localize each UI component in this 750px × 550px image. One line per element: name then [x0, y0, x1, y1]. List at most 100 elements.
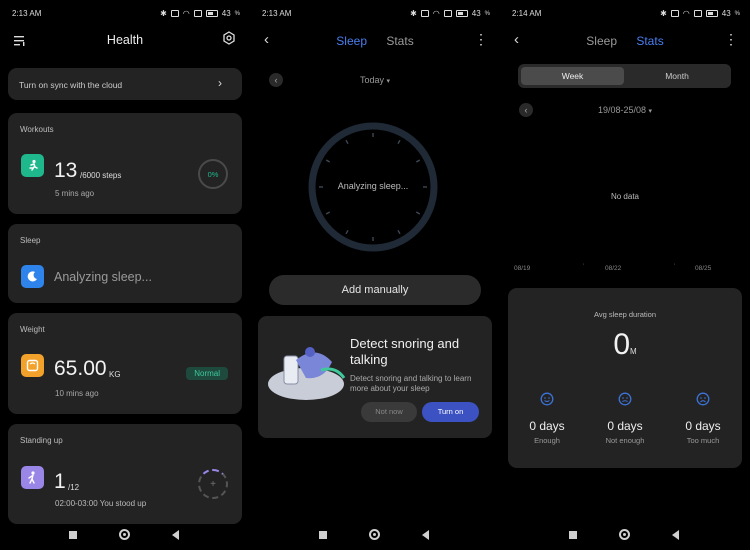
workouts-card[interactable]: Workouts 13 /6000 steps 5 mins ago 0%: [8, 113, 242, 214]
home-button[interactable]: [119, 529, 130, 540]
status-time: 2:14 AM: [512, 9, 542, 18]
nfc-icon: [670, 10, 679, 17]
battery-level: 43: [721, 9, 731, 18]
sleep-label: Sleep: [20, 236, 41, 245]
back-button[interactable]: [422, 530, 429, 540]
standing-unit: /12: [68, 483, 80, 492]
status-icons: ✱ ◠ 43%: [410, 9, 490, 18]
sync-text: Turn on sync with the cloud: [19, 80, 123, 90]
date-range-label: 19/08-25/08: [597, 105, 646, 115]
bluetooth-icon: ✱: [660, 9, 667, 18]
more-options-icon[interactable]: ⋮: [474, 31, 488, 48]
steps-progress-ring: 0%: [198, 159, 228, 189]
caret-down-icon: ▾: [386, 78, 391, 85]
standing-person-icon: [21, 466, 44, 489]
weight-label: Weight: [20, 325, 45, 334]
back-button[interactable]: [672, 530, 679, 540]
sad-face-icon: [696, 392, 710, 406]
not-enough-label: Not enough: [605, 436, 645, 445]
tab-sleep[interactable]: Sleep: [586, 34, 617, 48]
sleep-dial: Analyzing sleep...: [307, 121, 439, 253]
battery-level: 43: [221, 9, 231, 18]
tab-stats[interactable]: Stats: [386, 34, 413, 48]
smile-icon: [540, 392, 554, 406]
workouts-label: Workouts: [20, 125, 54, 134]
wifi-icon: ◠: [432, 9, 440, 18]
wifi-icon: ◠: [682, 9, 690, 18]
stat-enough: 0 days Enough: [508, 392, 586, 445]
workouts-time: 5 mins ago: [55, 189, 95, 198]
neutral-face-icon: [618, 392, 632, 406]
avg-sleep-label: Avg sleep duration: [594, 310, 656, 319]
status-bar: 2:13 AM ✱ ◠ 43%: [262, 9, 490, 21]
turn-on-button[interactable]: Turn on: [422, 402, 479, 422]
date-range-selector[interactable]: 19/08-25/08 ▾: [500, 105, 750, 115]
sim-icon: [443, 10, 452, 17]
weight-unit: KG: [109, 370, 121, 379]
wifi-icon: ◠: [182, 9, 190, 18]
health-screen: 2:13 AM ✱ ◠ 43% Health Turn on sync with…: [0, 0, 250, 550]
status-icons: ✱ ◠ 43%: [160, 9, 240, 18]
standing-value: 1: [54, 470, 66, 493]
battery-icon: [205, 10, 218, 17]
home-button[interactable]: [369, 529, 380, 540]
sync-cloud-banner[interactable]: Turn on sync with the cloud ›: [8, 68, 242, 100]
status-icons: ✱ ◠ 43%: [660, 9, 740, 18]
home-button[interactable]: [619, 529, 630, 540]
stats-screen: 2:14 AM ✱ ◠ 43% ‹ Sleep Stats ⋮ Week Mon…: [500, 0, 750, 550]
sleep-screen: 2:13 AM ✱ ◠ 43% ‹ Sleep Stats ⋮ ‹ Today …: [250, 0, 500, 550]
sleep-stats-tabs: Sleep Stats: [500, 34, 750, 48]
standing-label: Standing up: [20, 436, 63, 445]
too-much-label: Too much: [686, 436, 720, 445]
more-options-icon[interactable]: ⋮: [724, 31, 738, 48]
moon-icon: [21, 265, 44, 288]
axis-tick-label: 08/19: [514, 265, 531, 272]
week-segment[interactable]: Week: [521, 67, 624, 85]
recents-button[interactable]: [569, 531, 577, 539]
caret-down-icon: ▾: [648, 108, 653, 115]
back-button[interactable]: [172, 530, 179, 540]
add-manually-button[interactable]: Add manually: [269, 275, 481, 305]
recents-button[interactable]: [69, 531, 77, 539]
no-data-text: No data: [610, 192, 640, 201]
status-bar: 2:13 AM ✱ ◠ 43%: [12, 9, 240, 21]
standing-card[interactable]: Standing up 1 /12 02:00-03:00 You stood …: [8, 424, 242, 524]
standing-progress-ring: +: [198, 469, 228, 499]
weight-value: 65.00: [54, 357, 107, 380]
analyzing-text: Analyzing sleep...: [337, 181, 409, 191]
axis-tick-label: 08/25: [695, 265, 712, 272]
promo-description: Detect snoring and talking to learn more…: [350, 374, 472, 393]
status-badge: Normal: [186, 367, 228, 380]
weight-card[interactable]: Weight 65.00 KG 10 mins ago Normal: [8, 313, 242, 414]
enough-label: Enough: [534, 436, 560, 445]
tab-stats[interactable]: Stats: [636, 34, 663, 48]
snoring-illustration-icon: [266, 340, 350, 402]
battery-icon: [705, 10, 718, 17]
standing-detail: 02:00-03:00 You stood up: [55, 499, 147, 508]
steps-progress-text: 0%: [207, 169, 219, 179]
snoring-promo-card: Detect snoring and talking Detect snorin…: [258, 316, 492, 438]
status-time: 2:13 AM: [12, 9, 42, 18]
page-title: Health: [106, 33, 144, 47]
sleep-status: Analyzing sleep...: [54, 270, 152, 284]
month-segment[interactable]: Month: [626, 67, 728, 85]
status-time: 2:13 AM: [262, 9, 292, 18]
running-icon: [21, 154, 44, 177]
sleep-card[interactable]: Sleep Analyzing sleep...: [8, 224, 242, 303]
axis-tick: ': [674, 263, 676, 270]
sim-icon: [693, 10, 702, 17]
recents-button[interactable]: [319, 531, 327, 539]
not-now-button[interactable]: Not now: [361, 402, 417, 422]
chevron-right-icon: ›: [218, 76, 222, 90]
plus-icon: +: [210, 478, 216, 490]
date-selector[interactable]: Today ▾: [250, 75, 500, 85]
system-nav-bar: [500, 528, 750, 542]
weight-time: 10 mins ago: [55, 389, 99, 398]
chart-x-axis: 08/19 ' 08/22 ' 08/25: [512, 262, 738, 274]
scale-icon: [21, 354, 44, 377]
settings-icon[interactable]: [222, 31, 236, 48]
not-enough-value: 0 days: [607, 419, 643, 433]
system-nav-bar: [0, 528, 250, 542]
tab-sleep[interactable]: Sleep: [336, 34, 367, 48]
bluetooth-icon: ✱: [410, 9, 417, 18]
